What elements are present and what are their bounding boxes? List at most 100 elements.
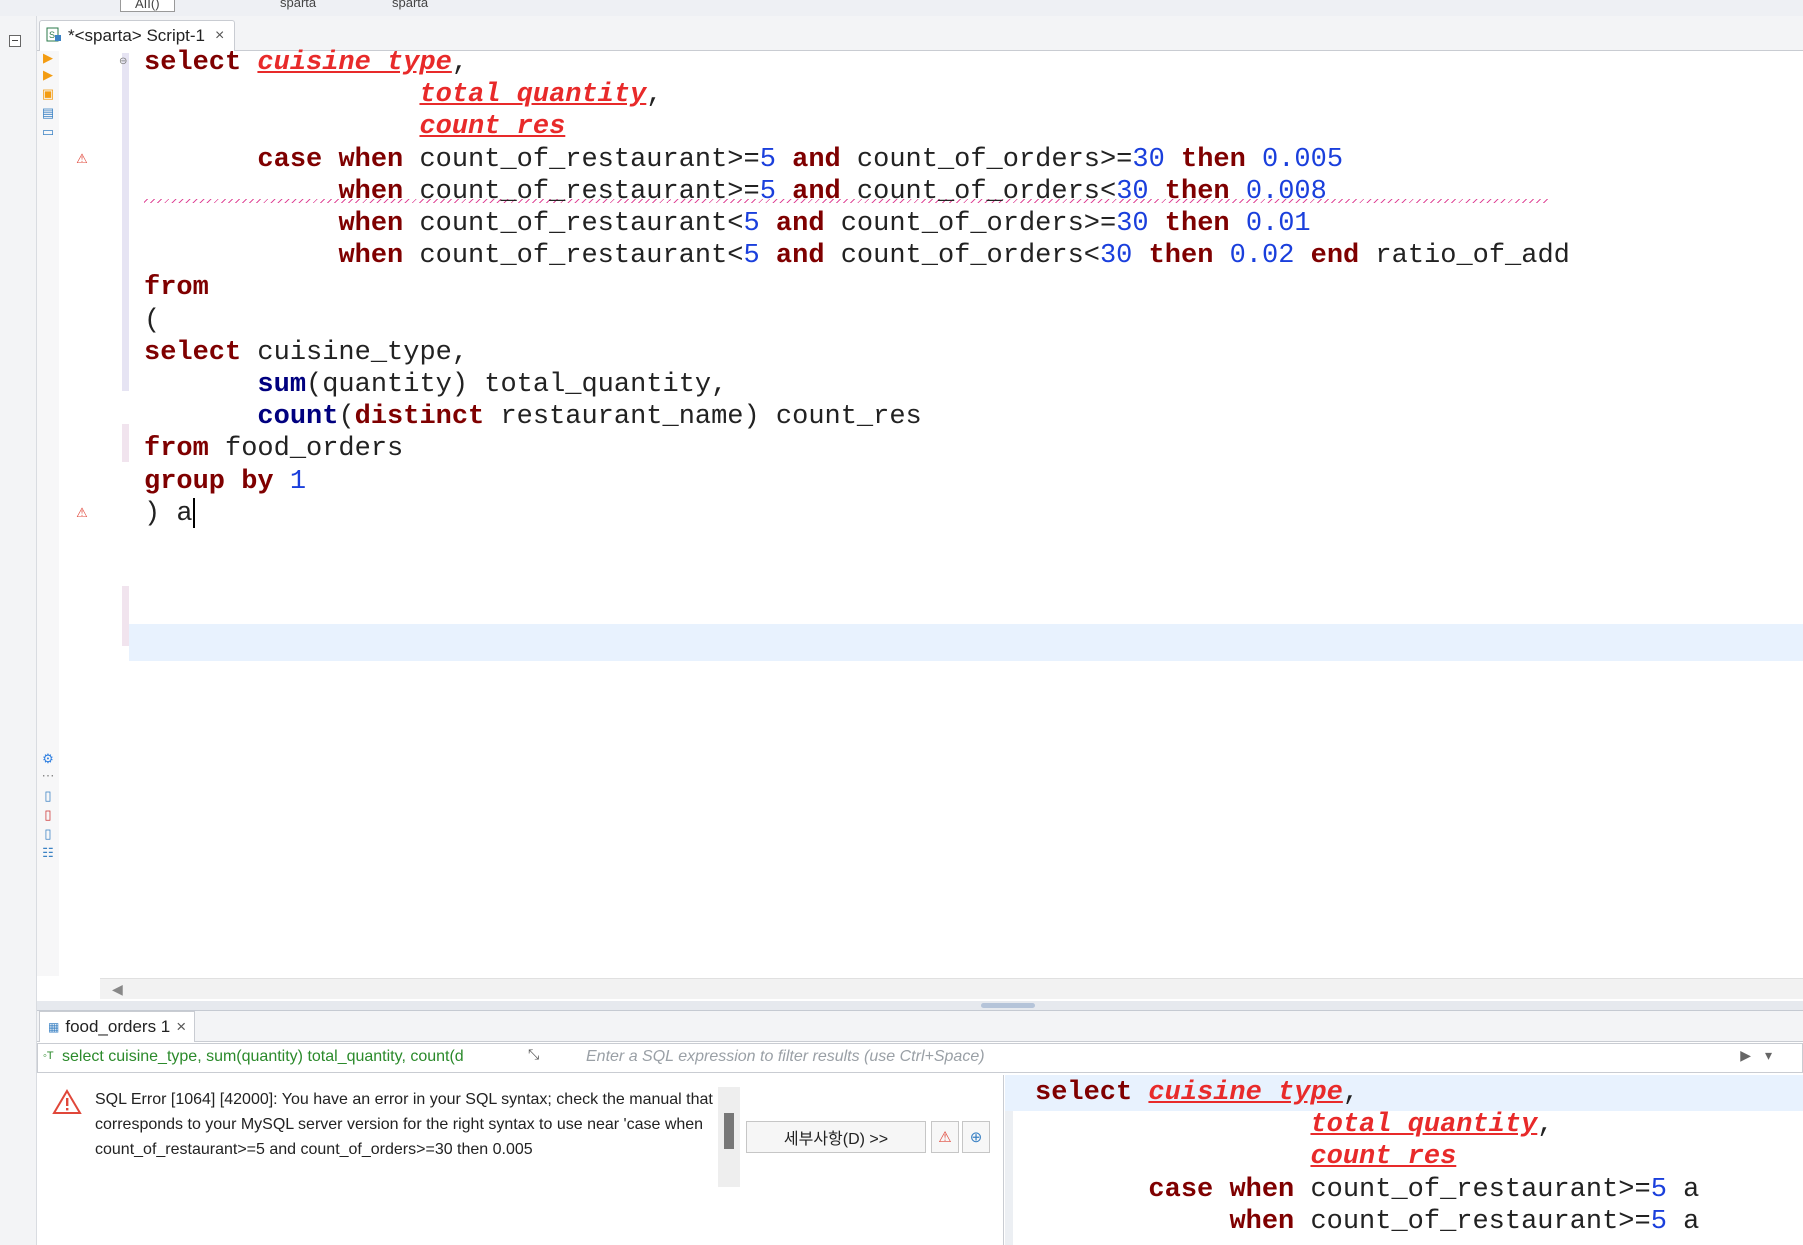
- editor-gutter: ⚠ ⚠: [60, 51, 122, 976]
- warning-icon: ⚠: [76, 151, 88, 166]
- unknown-identifier: total quantity: [1310, 1110, 1538, 1141]
- sql-token: count_of_restaurant>=: [1294, 1206, 1651, 1237]
- sql-keyword: group by: [144, 466, 274, 497]
- sql-number: 1: [289, 466, 307, 497]
- executed-query-text[interactable]: select cuisine_type, sum(quantity) total…: [62, 1048, 562, 1066]
- sql-keyword: case: [257, 144, 323, 175]
- help-icon[interactable]: ⊕: [962, 1121, 990, 1153]
- unknown-identifier: cuisine type: [1148, 1078, 1343, 1108]
- sql-keyword: then: [1148, 241, 1214, 272]
- explain-plan-icon[interactable]: ▤: [41, 106, 55, 120]
- apply-filter-icon[interactable]: ▶: [1740, 1047, 1751, 1063]
- scroll-thumb[interactable]: [724, 1113, 734, 1149]
- fold-collapse-icon[interactable]: ⊖: [119, 56, 127, 67]
- sql-keyword: sum: [257, 370, 307, 400]
- sql-token: ratio_of_add: [1359, 241, 1570, 272]
- table-icon: ▦: [48, 1020, 60, 1034]
- sql-number: 30: [1116, 176, 1149, 207]
- error-scrollbar[interactable]: [718, 1087, 740, 1187]
- warning-icon: ⚠: [76, 505, 88, 520]
- editor-toolbar-ruler: ▶ ▶ ▣ ▤ ▭ ⚙ ⋯ ▯ ▯ ▯ ☷: [37, 51, 59, 976]
- execute-script-icon[interactable]: ▣: [41, 87, 55, 101]
- terminal-icon[interactable]: ▭: [41, 125, 55, 139]
- sql-token: count_of_restaurant<: [403, 209, 744, 239]
- sql-keyword: and: [792, 176, 841, 207]
- sql-token: count_of_restaurant>=: [403, 176, 760, 207]
- details-button[interactable]: 세부사항(D) >>: [746, 1121, 926, 1153]
- sql-token: a: [1666, 1206, 1700, 1237]
- sql-keyword: select: [144, 48, 242, 78]
- sql-token: count_of_restaurant>=: [1294, 1174, 1651, 1205]
- sql-number: 5: [759, 144, 776, 175]
- error-panel: SQL Error [1064] [42000]: You have an er…: [37, 1075, 1004, 1245]
- filter-history-dropdown-icon[interactable]: ▾: [1765, 1047, 1772, 1063]
- code-text[interactable]: select cuisine type, total quantity, cou…: [144, 48, 1803, 881]
- filter-input[interactable]: Enter a SQL expression to filter results…: [586, 1048, 985, 1066]
- execute-in-new-tab-icon[interactable]: ▶: [41, 68, 55, 82]
- more-dots-icon[interactable]: ⋯: [41, 769, 55, 783]
- toolbar-combo[interactable]: AII(): [120, 0, 175, 12]
- export-icon[interactable]: ▯: [41, 789, 55, 803]
- sql-token: count_of_orders>=: [824, 209, 1117, 239]
- scroll-left-icon[interactable]: ◀: [112, 981, 123, 998]
- code-line: ) a: [144, 496, 195, 533]
- error-query-preview: select cuisine type, total quantity, cou…: [1005, 1075, 1803, 1245]
- sql-number: 30: [1116, 209, 1149, 239]
- execute-statement-icon[interactable]: ▶: [41, 51, 55, 65]
- panel-splitter[interactable]: [37, 1001, 1803, 1011]
- sql-number: 5: [743, 241, 760, 272]
- sql-number: 5: [759, 176, 776, 207]
- settings-gear-icon[interactable]: ⚙: [41, 752, 55, 766]
- expand-query-icon[interactable]: ⤡: [528, 1046, 539, 1063]
- close-tab-icon[interactable]: ×: [215, 27, 224, 45]
- sql-token: ,: [1342, 1078, 1360, 1108]
- sql-token: (quantity) total_quantity,: [306, 370, 728, 400]
- tab-food-orders-1[interactable]: ▦ food_orders 1 ×: [39, 1011, 196, 1042]
- sql-keyword: case: [1148, 1174, 1214, 1205]
- sql-keyword: when: [338, 241, 404, 272]
- error-log-icon[interactable]: ⚠: [931, 1121, 959, 1153]
- tab-title: *<sparta> Script-1: [68, 26, 206, 45]
- toolbar-datasource[interactable]: sparta: [280, 0, 316, 10]
- sql-number: 5: [1650, 1206, 1667, 1237]
- splitter-handle[interactable]: [981, 1003, 1035, 1008]
- toolbar-schema[interactable]: sparta: [392, 0, 428, 10]
- sql-token: (: [144, 305, 161, 336]
- new-script-icon[interactable]: ▯: [41, 808, 55, 822]
- sql-keyword: and: [792, 144, 841, 175]
- sql-script-icon: S: [46, 26, 62, 47]
- sql-number: 30: [1099, 241, 1133, 272]
- format-icon[interactable]: ▯: [41, 827, 55, 841]
- svg-text:S: S: [49, 30, 55, 40]
- close-tab-icon[interactable]: ×: [176, 1017, 186, 1037]
- fold-range-marker: [122, 424, 129, 462]
- sql-editor[interactable]: ▶ ▶ ▣ ▤ ▭ ⚙ ⋯ ▯ ▯ ▯ ☷ ⚠ ⚠ ⊖ select cuisi…: [37, 48, 1803, 976]
- outline-icon[interactable]: ☷: [41, 846, 55, 860]
- results-filter-bar: ◦T select cuisine_type, sum(quantity) to…: [37, 1043, 1803, 1073]
- sql-token: count_of_orders>=: [840, 144, 1133, 175]
- sql-token: count_of_restaurant>=: [403, 144, 760, 175]
- sql-number: 5: [743, 209, 760, 239]
- sql-keyword: and: [775, 209, 825, 239]
- sql-keyword: select: [144, 337, 242, 368]
- horizontal-scrollbar[interactable]: ◀: [100, 978, 1803, 999]
- sql-keyword: select: [1035, 1078, 1133, 1108]
- sql-keyword: when: [1229, 1174, 1295, 1205]
- sql-keyword: then: [1164, 176, 1230, 207]
- minimize-icon[interactable]: [9, 35, 21, 47]
